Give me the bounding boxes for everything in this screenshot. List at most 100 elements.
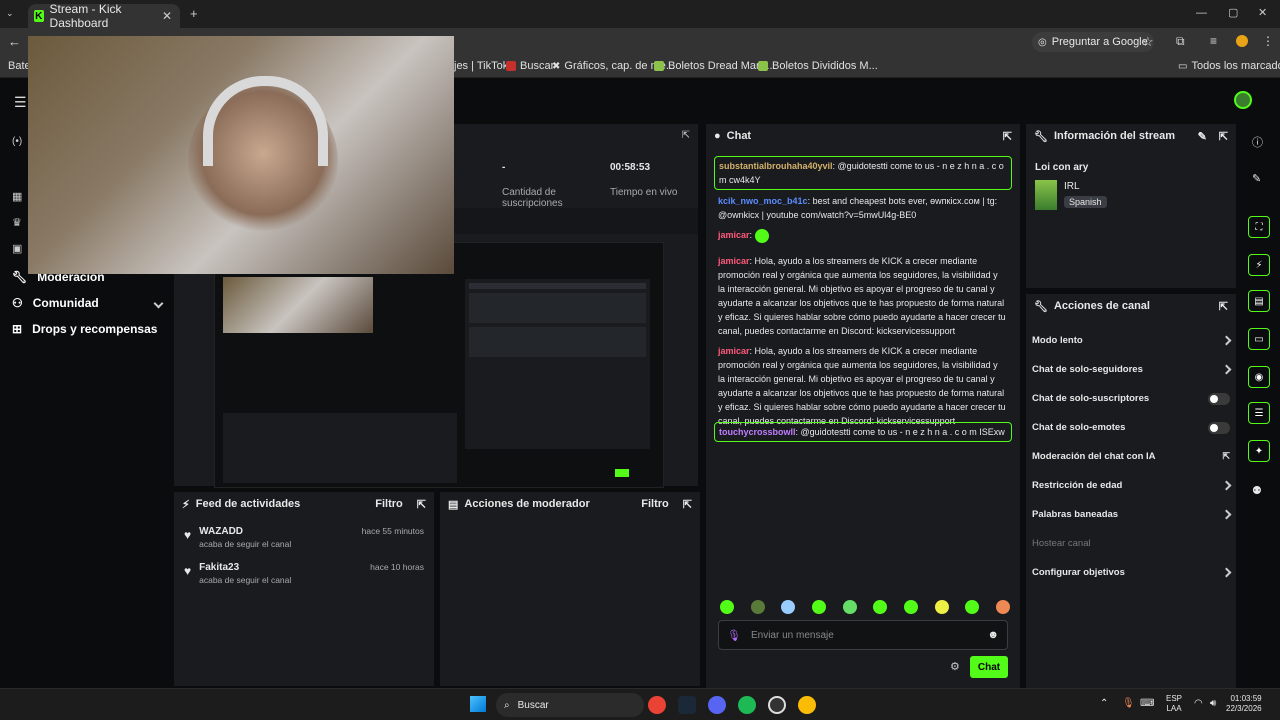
channel-action-row[interactable]: Moderación del chat con IA ⇱ — [1026, 442, 1236, 471]
channel-action-row[interactable]: Configurar objetivos — [1026, 558, 1236, 587]
profile-avatar[interactable] — [1236, 35, 1248, 47]
tab-list-icon[interactable]: ⌄ — [6, 8, 20, 20]
layers-icon[interactable]: ☰ — [1248, 402, 1270, 424]
bookmark-item[interactable]: jes | TikTok — [454, 60, 508, 72]
trophy-icon[interactable]: ♛ — [12, 216, 22, 229]
chat-message[interactable]: jamicar: Hola, ayudo a los streamers de … — [712, 344, 1012, 428]
extensions-icon[interactable]: ⧉ — [1176, 34, 1185, 49]
bookmark-item[interactable]: Buscar — [506, 60, 554, 72]
sidebar-item-comunidad[interactable]: ⚇ Comunidad — [12, 296, 164, 310]
menu-icon[interactable]: ⋮ — [1262, 34, 1274, 48]
language-indicator[interactable]: ESP LAA — [1166, 694, 1182, 714]
microphone-icon[interactable]: 🎙︎ — [1122, 698, 1135, 709]
wrench-icon[interactable]: ✦ — [1248, 440, 1270, 462]
lightning-icon[interactable]: ⚡︎ — [1248, 254, 1270, 276]
popout-icon[interactable]: ⇱ — [1219, 130, 1228, 143]
emote-icon[interactable] — [873, 600, 888, 614]
clock[interactable]: 01:03:59 22/3/2026 — [1226, 694, 1262, 714]
maximize-icon[interactable]: ▢ — [1228, 6, 1238, 19]
follower-name[interactable]: WAZADD — [199, 526, 243, 537]
chat-username[interactable]: touchycrossbowll — [719, 427, 796, 437]
popout-icon[interactable]: ⇱ — [1003, 130, 1012, 143]
emote-icon[interactable] — [750, 600, 765, 614]
channel-action-row[interactable]: Chat de solo-emotes — [1026, 413, 1236, 442]
chat-message[interactable]: jamicar: Hola, ayudo a los streamers de … — [712, 254, 1012, 338]
analytics-icon[interactable]: ▦ — [12, 190, 22, 203]
toggle-switch[interactable] — [1208, 421, 1230, 434]
chat-username[interactable]: substantialbrouhaha40yvil — [719, 161, 833, 171]
bookmark-star-icon[interactable]: ☆ — [1142, 34, 1154, 50]
popout-icon[interactable]: ⇱ — [682, 130, 690, 141]
chevron-right-icon[interactable] — [1221, 364, 1232, 375]
channel-action-row[interactable]: Palabras baneadas — [1026, 500, 1236, 529]
video-icon[interactable]: ▣ — [12, 242, 22, 255]
pencil-icon[interactable]: ✎ — [1252, 172, 1261, 185]
all-bookmarks[interactable]: ▭Todos los marcadores — [1178, 60, 1280, 72]
emoji-icon[interactable]: ☻ — [987, 629, 999, 641]
emote-icon[interactable] — [903, 600, 918, 614]
filter-button[interactable]: Filtro — [375, 498, 403, 511]
close-window-icon[interactable]: ✕ — [1258, 6, 1267, 19]
discord-icon[interactable] — [708, 696, 726, 714]
channel-action-row[interactable]: Restricción de edad — [1026, 471, 1236, 500]
channel-action-row[interactable]: Chat de solo-suscriptores — [1026, 384, 1236, 413]
chat-message[interactable]: substantialbrouhaha40yvil: @guidotestti … — [714, 156, 1012, 190]
obs-icon[interactable] — [768, 696, 786, 714]
chat-icon[interactable]: ▭ — [1248, 328, 1270, 350]
popout-icon[interactable]: ⇱ — [1219, 300, 1228, 313]
new-tab-icon[interactable]: + — [190, 6, 198, 21]
wifi-icon[interactable]: ◠ — [1194, 698, 1203, 709]
microphone-icon[interactable]: 🎙︎ — [727, 629, 741, 642]
close-tab-icon[interactable]: ✕ — [162, 9, 172, 23]
emote-icon[interactable] — [842, 600, 857, 614]
stream-preview[interactable] — [214, 242, 664, 488]
browser-tab[interactable]: K Stream - Kick Dashboard ✕ — [28, 2, 180, 30]
activity-event[interactable]: ♥ WAZADD hace 55 minutos acaba de seguir el… — [174, 526, 434, 562]
broadcast-icon[interactable]: ◉ — [1248, 366, 1270, 388]
keyboard-icon[interactable]: ⌨ — [1140, 698, 1154, 709]
chat-message[interactable]: touchycrossbowll: @guidotestti come to u… — [714, 422, 1012, 442]
chevron-right-icon[interactable] — [1221, 509, 1232, 520]
back-icon[interactable]: ← — [8, 34, 21, 49]
clipboard-icon[interactable]: ▤ — [1248, 290, 1270, 312]
info-icon[interactable]: ⓘ — [1252, 134, 1263, 150]
chrome-icon[interactable] — [648, 696, 666, 714]
toggle-switch[interactable] — [1208, 392, 1230, 405]
chevron-right-icon[interactable] — [1221, 480, 1232, 491]
chat-message[interactable]: kcik_nwo_moc_b41c: best and cheapest bot… — [712, 194, 1012, 222]
chat-username[interactable]: kcik_nwo_moc_b41c — [718, 196, 808, 206]
emote-icon[interactable] — [934, 600, 949, 614]
ask-google-button[interactable]: ◎ Preguntar a Google — [1032, 32, 1154, 52]
popout-icon[interactable]: ⇱ — [683, 498, 692, 511]
chat-username[interactable]: jamicar — [718, 256, 750, 266]
emote-icon[interactable] — [781, 600, 796, 614]
external-link-icon[interactable]: ⇱ — [1222, 451, 1230, 462]
fullscreen-icon[interactable]: ⛶ — [1248, 216, 1270, 238]
activity-event[interactable]: ♥ Fakita23 hace 10 horas acaba de seguir el… — [174, 562, 434, 598]
emote-icon[interactable] — [995, 600, 1010, 614]
windows-start-icon[interactable] — [470, 696, 486, 712]
emote-icon[interactable] — [811, 600, 826, 614]
chat-username[interactable]: jamicar — [718, 230, 750, 240]
media-icon[interactable]: ≡ — [1210, 34, 1217, 48]
popout-icon[interactable]: ⇱ — [417, 498, 426, 511]
chat-input[interactable]: 🎙︎ Enviar un mensaje ☻ — [718, 620, 1008, 650]
taskbar-search[interactable]: ⌕ Buscar — [496, 693, 644, 717]
filter-button[interactable]: Filtro — [641, 498, 669, 511]
chrome-profile-icon[interactable] — [798, 696, 816, 714]
follower-name[interactable]: Fakita23 — [199, 562, 239, 573]
channel-action-row[interactable]: Modo lento — [1026, 326, 1236, 355]
spotify-icon[interactable] — [738, 696, 756, 714]
live-icon[interactable]: (•) — [12, 136, 22, 147]
hamburger-icon[interactable]: ☰ — [14, 94, 27, 111]
gear-icon[interactable]: ⚙ — [950, 660, 960, 673]
chat-username[interactable]: jamicar — [718, 346, 750, 356]
bookmark-item[interactable]: Boletos Divididos M... — [758, 60, 878, 72]
chat-message[interactable]: jamicar: — [712, 228, 1012, 243]
send-chat-button[interactable]: Chat — [970, 656, 1008, 678]
channel-action-row[interactable]: Chat de solo-seguidores — [1026, 355, 1236, 384]
chevron-right-icon[interactable] — [1221, 567, 1232, 578]
edit-icon[interactable]: ✎ — [1198, 130, 1207, 143]
steam-icon[interactable] — [678, 696, 696, 714]
emote-icon[interactable] — [965, 600, 980, 614]
